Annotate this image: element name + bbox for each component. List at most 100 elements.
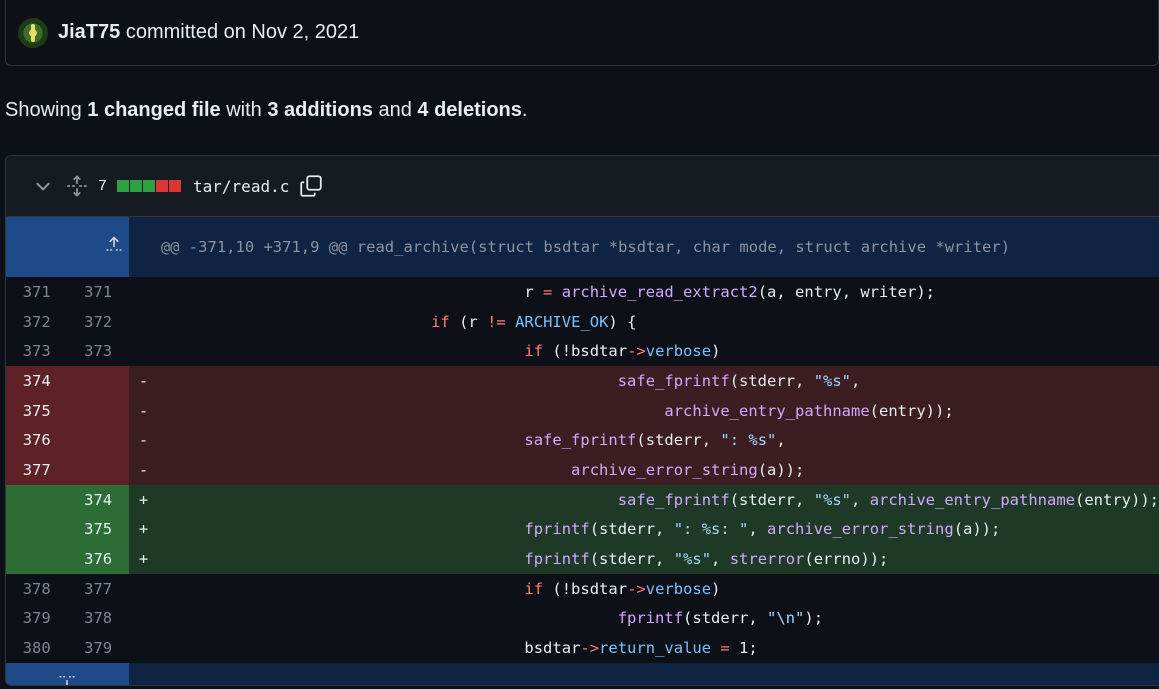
diff-line-ctx: 380 379 bsdtar->return_value = 1; — [6, 633, 1159, 663]
expand-down-icon — [59, 675, 75, 685]
new-line-number[interactable]: 377 — [67, 574, 128, 604]
diff-sign — [129, 633, 151, 663]
diff-sign: - — [128, 366, 152, 396]
copy-icon[interactable] — [299, 174, 323, 198]
new-line-number[interactable] — [67, 425, 129, 456]
file-diff: 7 tar/read.c @@ -371,10 +371,9 @@ read_a… — [5, 155, 1159, 686]
expand-all-icon[interactable] — [66, 175, 88, 197]
new-line-number[interactable]: 379 — [67, 633, 128, 663]
old-line-number[interactable]: 376 — [6, 425, 68, 456]
diff-table: @@ -371,10 +371,9 @@ read_archive(struct… — [6, 217, 1159, 685]
hunk-header-row: @@ -371,10 +371,9 @@ read_archive(struct… — [6, 217, 1159, 277]
old-line-number[interactable] — [6, 544, 68, 574]
new-line-number[interactable]: 374 — [67, 484, 129, 515]
new-line-number[interactable] — [67, 395, 129, 426]
diffstat-block — [156, 180, 169, 192]
new-line-number[interactable]: 373 — [67, 336, 128, 366]
diff-line-del: 377 - archive_error_string(a)); — [6, 455, 1159, 485]
code-line: safe_fprintf(stderr, "%s", archive_entry… — [151, 484, 1159, 515]
summary-files[interactable]: 1 changed file — [87, 99, 220, 121]
diffstat-block — [143, 180, 156, 192]
diff-sign — [129, 574, 151, 604]
diff-line-del: 375 - archive_entry_pathname(entry)); — [6, 395, 1159, 426]
summary-mid2: and — [372, 99, 418, 121]
diffstat-block — [130, 180, 143, 192]
summary-suffix: . — [521, 99, 528, 121]
diff-line-add: 376 + fprintf(stderr, "%s", strerror(errn… — [6, 544, 1159, 574]
diff-line-del: 376 - safe_fprintf(stderr, ": %s", — [6, 425, 1159, 456]
diffstat-block — [169, 180, 182, 192]
code-line: bsdtar->return_value = 1; — [151, 639, 758, 658]
diff-line-ctx: 371 371 r = archive_read_extract2(a, entr… — [6, 277, 1159, 307]
diff-summary: Showing 1 changed file with 3 additions … — [5, 99, 527, 122]
old-line-number[interactable]: 371 — [6, 277, 67, 307]
new-line-number[interactable] — [67, 455, 129, 485]
code-line: r = archive_read_extract2(a, entry, writ… — [151, 282, 936, 301]
old-line-number[interactable] — [6, 484, 68, 515]
diffstat-block — [117, 180, 130, 192]
code-line: safe_fprintf(stderr, "%s", — [151, 366, 1159, 396]
diffstat-bar — [117, 180, 182, 192]
diff-line-ctx: 378 377 if (!bsdtar->verbose) — [6, 574, 1159, 604]
diff-line-add: 375 + fprintf(stderr, ": %s: ", archive_e… — [6, 514, 1159, 545]
commit-author-link[interactable]: JiaT75 — [58, 21, 120, 43]
diff-sign — [129, 336, 151, 366]
diff-sign — [129, 277, 151, 307]
diff-sign: + — [128, 544, 152, 574]
file-path-link[interactable]: tar/read.c — [193, 177, 289, 196]
diff-sign: - — [128, 425, 152, 456]
new-line-number[interactable]: 376 — [67, 544, 129, 574]
code-line: fprintf(stderr, "%s", strerror(errno)); — [151, 544, 1159, 574]
old-line-number[interactable] — [6, 514, 68, 545]
summary-mid1: with — [220, 99, 268, 121]
diff-sign — [129, 307, 151, 337]
change-count: 7 — [98, 177, 108, 195]
diff-sign: - — [128, 455, 152, 485]
old-line-number[interactable]: 380 — [6, 633, 67, 663]
expand-up-button[interactable] — [6, 217, 129, 277]
old-line-number[interactable]: 377 — [6, 455, 68, 485]
new-line-number[interactable]: 375 — [67, 514, 129, 545]
diff-line-ctx: 373 373 if (!bsdtar->verbose) — [6, 336, 1159, 366]
new-line-number[interactable]: 378 — [67, 604, 128, 634]
old-line-number[interactable]: 378 — [6, 574, 67, 604]
code-line: fprintf(stderr, "\n"); — [617, 609, 824, 628]
commit-line: JiaT75 committed on Nov 2, 2021 — [58, 21, 359, 44]
diff-sign: - — [128, 395, 152, 426]
old-line-number[interactable]: 375 — [6, 395, 68, 426]
code-line: if (!bsdtar->verbose) — [524, 579, 721, 598]
avatar[interactable] — [18, 17, 48, 48]
expand-up-icon — [106, 236, 122, 251]
expand-down-button[interactable] — [6, 662, 129, 685]
chevron-down-icon[interactable] — [34, 177, 52, 195]
hunk-footer-space — [128, 662, 1159, 685]
old-line-number[interactable]: 374 — [6, 366, 68, 396]
diff-line-del: 374 - safe_fprintf(stderr, "%s", — [6, 366, 1159, 396]
commit-header: JiaT75 committed on Nov 2, 2021 — [5, 0, 1159, 66]
summary-additions: 3 additions — [267, 99, 373, 121]
diff-sign — [129, 604, 151, 634]
code-line: fprintf(stderr, ": %s: ", archive_error_… — [151, 514, 1159, 545]
diff-line-ctx: 372 372 if (r != ARCHIVE_OK) { — [6, 307, 1159, 337]
new-line-number[interactable]: 371 — [67, 277, 128, 307]
hunk-header-text: @@ -371,10 +371,9 @@ read_archive(struct… — [128, 217, 1159, 277]
new-line-number[interactable] — [67, 366, 129, 396]
summary-prefix: Showing — [5, 99, 88, 121]
summary-deletions: 4 deletions — [417, 99, 522, 121]
diff-sign: + — [128, 514, 152, 545]
commit-action-text: committed on Nov 2, 2021 — [120, 21, 360, 43]
old-line-number[interactable]: 379 — [6, 604, 67, 634]
file-header: 7 tar/read.c — [6, 156, 1159, 217]
diff-line-add: 374 + safe_fprintf(stderr, "%s", archive_… — [6, 484, 1159, 515]
new-line-number[interactable]: 372 — [67, 307, 128, 337]
hunk-footer-row — [6, 662, 1159, 685]
old-line-number[interactable]: 372 — [6, 307, 67, 337]
old-line-number[interactable]: 373 — [6, 336, 67, 366]
code-line: safe_fprintf(stderr, ": %s", — [151, 425, 1159, 456]
code-line: archive_entry_pathname(entry)); — [151, 395, 1159, 426]
code-line: if (!bsdtar->verbose) — [524, 342, 721, 361]
diff-sign: + — [128, 484, 152, 515]
code-line: if (r != ARCHIVE_OK) { — [431, 312, 637, 331]
code-line: archive_error_string(a)); — [151, 455, 1159, 485]
diff-line-ctx: 379 378 fprintf(stderr, "\n"); — [6, 604, 1159, 634]
